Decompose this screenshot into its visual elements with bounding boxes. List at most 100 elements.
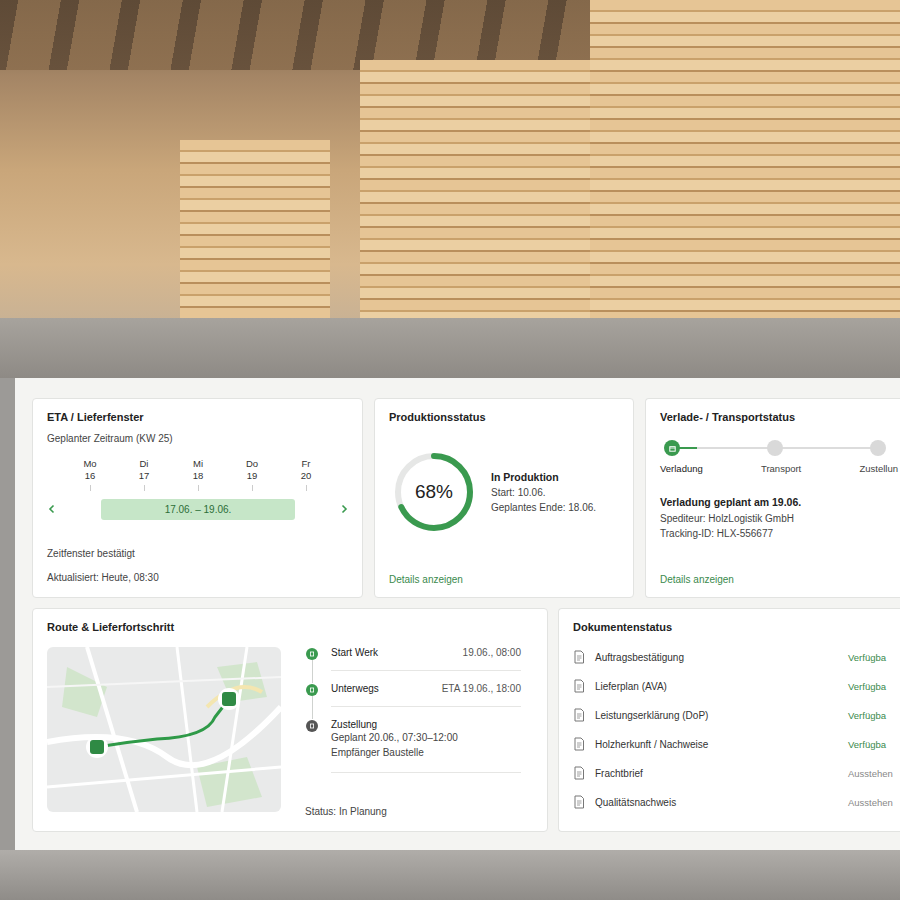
document-status: Ausstehen xyxy=(848,768,898,779)
warehouse-floor xyxy=(0,318,900,378)
weekday-label: Mi xyxy=(193,458,203,470)
details-link[interactable]: Details anzeigen xyxy=(660,574,898,585)
document-row[interactable]: Leistungserklärung (DoP) Verfügba xyxy=(573,705,898,725)
map-icon xyxy=(47,647,281,812)
day-column: Di17 xyxy=(117,458,171,491)
documents-card: Dokumentenstatus AuftragsbestätigungVerfü… xyxy=(558,608,900,832)
document-status: Verfügba xyxy=(848,710,898,721)
document-row[interactable]: QualitätsnachweisAusstehen xyxy=(573,792,898,812)
day-list: Mo16Di17Mi18Do19Fr20 xyxy=(63,458,333,491)
step-labels: Verladung Transport Zustellun xyxy=(660,463,898,474)
route-status: Status: In Planung xyxy=(305,806,521,819)
document-icon xyxy=(573,737,585,751)
stop-label: Zustellung xyxy=(331,719,377,730)
tracking-id: Tracking-ID: HLX-556677 xyxy=(660,526,898,541)
step-label: Zustellun xyxy=(859,463,898,474)
weekday-label: Do xyxy=(246,458,258,470)
step-dots xyxy=(664,439,886,457)
document-status: Verfügba xyxy=(848,739,898,750)
chevron-right-icon[interactable] xyxy=(339,504,349,514)
document-row[interactable]: Frachtbrief Ausstehen xyxy=(573,763,898,783)
production-body: 68%In ProduktionStart: 10.06.Geplantes E… xyxy=(389,447,619,537)
progress-percent: 68% xyxy=(389,447,479,537)
date-label: 18 xyxy=(193,470,204,482)
transport-card: Verlade- / Transportstatus Verladung Trans… xyxy=(645,398,900,598)
stop-time: ETA 19.06., 18:00 xyxy=(442,683,521,694)
document-name: Leistungserklärung (DoP) xyxy=(595,710,838,721)
document-row[interactable]: Holzherkunft / Nachweise Verfügba xyxy=(573,734,898,754)
stop-time: 19.06., 08:00 xyxy=(463,647,521,658)
stop-connector xyxy=(312,660,313,683)
step-label: Transport xyxy=(761,463,801,474)
calendar-range-row: 17.06. – 19.06. xyxy=(47,499,348,520)
progress-donut: 68% xyxy=(389,447,479,537)
step-dot xyxy=(767,440,783,456)
document-row[interactable]: Lieferplan (AVA)Verfügba xyxy=(573,676,898,696)
document-name: Holzherkunft / Nachweise xyxy=(595,739,838,750)
document-name: Frachtbrief xyxy=(595,768,838,779)
stop-content: ZustellungGeplant 20.06., 07:30–12:00Emp… xyxy=(331,719,521,773)
stop-detail: Geplant 20.06., 07:30–12:00 xyxy=(331,730,521,745)
stop-head: Unterwegs ETA 19.06., 18:00 xyxy=(331,683,521,694)
production-start: Start: 10.06. xyxy=(491,485,596,500)
day-tick xyxy=(252,485,253,491)
date-label: 16 xyxy=(85,470,96,482)
route-body: Start Werk 19.06., 08:00 Unterwegs ETA 19.0… xyxy=(47,647,533,819)
confirmed-label: Zeitfenster bestätigt xyxy=(47,546,348,561)
range-bar[interactable]: 17.06. – 19.06. xyxy=(101,499,295,520)
day-tick xyxy=(144,485,145,491)
day-column: Fr20 xyxy=(279,458,333,491)
weekday-label: Fr xyxy=(302,458,311,470)
document-row[interactable]: AuftragsbestätigungVerfügba xyxy=(573,647,898,667)
route-map[interactable] xyxy=(47,647,281,812)
document-icon xyxy=(573,650,585,664)
carrier: Spediteur: HolzLogistik GmbH xyxy=(660,511,898,526)
document-list: AuftragsbestätigungVerfügba Lieferplan (A… xyxy=(573,647,898,812)
stop-content: Start Werk 19.06., 08:00 xyxy=(331,647,521,671)
stop-label: Unterwegs xyxy=(331,683,379,694)
day-column: Mi18 xyxy=(171,458,225,491)
document-status: Ausstehen xyxy=(848,797,898,808)
date-label: 17 xyxy=(139,470,150,482)
stop-detail: Empfänger Baustelle xyxy=(331,745,521,760)
card-title: Verlade- / Transportstatus xyxy=(660,411,898,423)
timeline-stop: Unterwegs ETA 19.06., 18:00 xyxy=(305,683,521,719)
floor-strip xyxy=(0,850,900,900)
weekday-label: Mo xyxy=(83,458,96,470)
document-status: Verfügba xyxy=(848,681,898,692)
lumber-stack xyxy=(360,60,600,350)
document-icon xyxy=(573,679,585,693)
stop-dot-icon xyxy=(306,648,318,660)
day-tick xyxy=(90,485,91,491)
stop-label: Start Werk xyxy=(331,647,378,658)
stop-marker xyxy=(305,647,319,683)
stop-marker xyxy=(305,719,319,785)
lumber-stack xyxy=(180,140,330,330)
dashboard: ETA / Lieferfenster Geplanter Zeitraum (K… xyxy=(15,378,900,850)
route-card: Route & Lieferfortschritt Start Werk 19.06… xyxy=(32,608,548,832)
date-label: 20 xyxy=(301,470,312,482)
step-label: Verladung xyxy=(660,463,703,474)
card-title: Route & Lieferfortschritt xyxy=(47,621,533,633)
chevron-left-icon[interactable] xyxy=(47,504,57,514)
day-tick xyxy=(306,485,307,491)
day-column: Mo16 xyxy=(63,458,117,491)
step-dot xyxy=(870,440,886,456)
details-link[interactable]: Details anzeigen xyxy=(389,574,619,585)
card-title: Dokumentenstatus xyxy=(573,621,898,633)
stop-head: Zustellung xyxy=(331,719,521,730)
warehouse-photo xyxy=(0,0,900,378)
detail-row: Route & Lieferfortschritt Start Werk 19.06… xyxy=(32,608,900,832)
card-title: ETA / Lieferfenster xyxy=(47,411,348,423)
production-card: Produktionsstatus68%In ProduktionStart: … xyxy=(374,398,634,598)
day-tick xyxy=(198,485,199,491)
document-icon xyxy=(573,766,585,780)
eta-footer: Zeitfenster bestätigtAktualisiert: Heute… xyxy=(47,546,348,585)
document-status: Verfügba xyxy=(848,652,898,663)
transport-info: Verladung geplant am 19.06.Spediteur: Ho… xyxy=(660,494,898,541)
eta-card: ETA / Lieferfenster Geplanter Zeitraum (K… xyxy=(32,398,363,598)
production-status: In Produktion xyxy=(491,469,596,486)
eta-subtitle: Geplanter Zeitraum (KW 25) xyxy=(47,433,348,444)
calendar-header: Mo16Di17Mi18Do19Fr20 xyxy=(47,458,348,491)
document-icon xyxy=(573,708,585,722)
